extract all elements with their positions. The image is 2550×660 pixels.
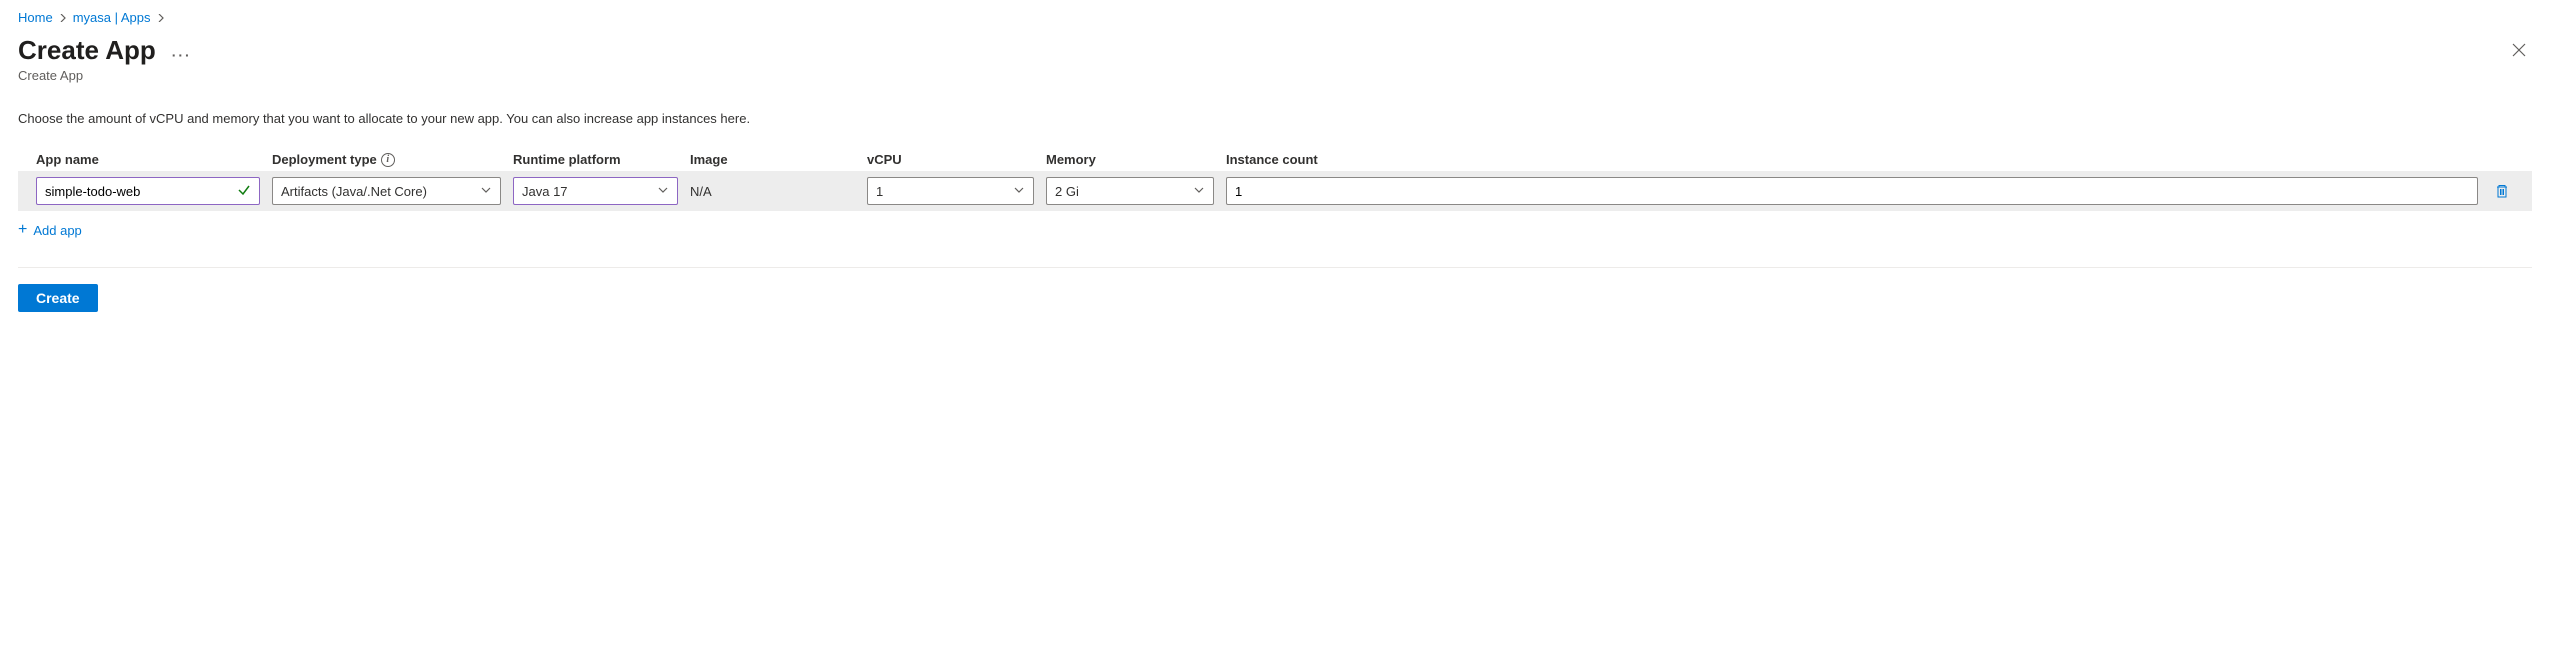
col-header-image: Image: [690, 152, 867, 167]
breadcrumb: Home myasa | Apps: [18, 10, 2532, 25]
chevron-right-icon: [59, 10, 67, 25]
runtime-platform-value: Java 17: [522, 184, 657, 199]
create-button[interactable]: Create: [18, 284, 98, 312]
page-title: Create App ···: [18, 35, 196, 66]
close-button[interactable]: [2506, 35, 2532, 68]
col-header-deployment: Deployment type i: [272, 152, 513, 167]
description-text: Choose the amount of vCPU and memory tha…: [18, 111, 2532, 126]
trash-icon: [2494, 183, 2510, 199]
deployment-type-select[interactable]: Artifacts (Java/.Net Core): [272, 177, 501, 205]
instance-count-field[interactable]: [1235, 184, 2469, 199]
check-icon: [237, 183, 251, 200]
memory-value: 2 Gi: [1055, 184, 1193, 199]
memory-select[interactable]: 2 Gi: [1046, 177, 1214, 205]
instance-count-input[interactable]: [1226, 177, 2478, 205]
chevron-down-icon: [657, 184, 669, 199]
col-header-runtime: Runtime platform: [513, 152, 690, 167]
chevron-down-icon: [480, 184, 492, 199]
col-header-appname: App name: [36, 152, 272, 167]
col-header-instance: Instance count: [1226, 152, 2514, 167]
more-icon[interactable]: ···: [168, 43, 196, 67]
chevron-right-icon: [157, 10, 165, 25]
col-header-deployment-label: Deployment type: [272, 152, 377, 167]
close-icon: [2512, 43, 2526, 57]
breadcrumb-home[interactable]: Home: [18, 10, 53, 25]
app-name-input[interactable]: [36, 177, 260, 205]
footer: Create: [18, 267, 2532, 312]
col-header-vcpu: vCPU: [867, 152, 1046, 167]
breadcrumb-path[interactable]: myasa | Apps: [73, 10, 151, 25]
image-value: N/A: [690, 184, 867, 199]
vcpu-select[interactable]: 1: [867, 177, 1034, 205]
delete-row-button[interactable]: [2490, 179, 2514, 203]
app-name-field[interactable]: [45, 184, 237, 199]
chevron-down-icon: [1013, 184, 1025, 199]
info-icon[interactable]: i: [381, 153, 395, 167]
runtime-platform-select[interactable]: Java 17: [513, 177, 678, 205]
add-app-button[interactable]: + Add app: [18, 211, 2532, 249]
chevron-down-icon: [1193, 184, 1205, 199]
plus-icon: +: [18, 221, 27, 239]
column-headers: App name Deployment type i Runtime platf…: [18, 148, 2532, 171]
app-row: Artifacts (Java/.Net Core) Java 17 N/A 1…: [18, 171, 2532, 211]
vcpu-value: 1: [876, 184, 1013, 199]
deployment-type-value: Artifacts (Java/.Net Core): [281, 184, 480, 199]
page-subtitle: Create App: [18, 68, 196, 83]
add-app-label: Add app: [33, 223, 81, 238]
col-header-memory: Memory: [1046, 152, 1226, 167]
page-title-text: Create App: [18, 35, 156, 66]
